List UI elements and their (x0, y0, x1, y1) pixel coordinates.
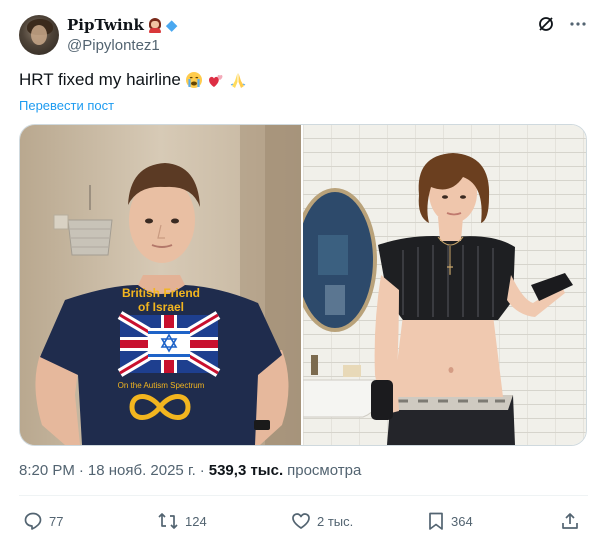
divider (19, 495, 588, 496)
tweet-body: HRT fixed my hairline (19, 70, 181, 89)
author-name-row: PipTwink ◆ (67, 15, 177, 35)
tweet-text: HRT fixed my hairline (19, 70, 247, 90)
header-icons (537, 15, 587, 33)
shirt-line3: On the Autism Spectrum (118, 381, 205, 390)
shirt-line1: British Friend (122, 286, 200, 300)
share-icon (562, 513, 578, 529)
avatar[interactable] (19, 15, 59, 55)
grok-icon[interactable] (537, 15, 555, 33)
tweet: PipTwink ◆ @Pipylontez1 HRT fixed my hai… (0, 0, 607, 546)
shirt-line2: of Israel (138, 300, 184, 314)
bookmark-button[interactable]: 364 (427, 511, 473, 531)
media-grid[interactable]: British Friend of Israel On the Autism S… (19, 124, 587, 446)
translate-link[interactable]: Перевести пост (19, 98, 114, 113)
tweet-timestamp: 8:20 PM · 18 нояб. 2025 г. · 539,3 тыс. … (19, 462, 361, 479)
like-button[interactable]: 2 тыс. (291, 511, 353, 531)
repost-count: 124 (185, 513, 207, 529)
union-israel-flag (117, 311, 221, 377)
bookmark-icon (429, 512, 443, 530)
photo-right-illustration (303, 125, 586, 445)
tweet-time[interactable]: 8:20 PM (19, 462, 75, 479)
repost-icon (158, 513, 178, 529)
reply-count: 77 (49, 513, 64, 529)
bookmark-count: 364 (451, 513, 473, 529)
tweet-date[interactable]: 18 нояб. 2025 г. (88, 462, 196, 479)
two-hearts-icon (207, 71, 225, 89)
author-handle[interactable]: @Pipylontez1 (67, 37, 160, 54)
gem-emoji-icon: ◆ (165, 16, 178, 34)
like-count: 2 тыс. (317, 513, 354, 529)
display-name[interactable]: PipTwink (67, 16, 144, 34)
views-label: просмотра (287, 462, 362, 479)
photo-left-illustration: British Friend of Israel On the Autism S… (20, 125, 301, 445)
photo-left[interactable]: British Friend of Israel On the Autism S… (20, 125, 303, 445)
photo-right[interactable] (303, 125, 586, 445)
reply-button[interactable]: 77 (23, 511, 63, 531)
share-button[interactable] (560, 511, 580, 531)
repost-button[interactable]: 124 (157, 511, 207, 531)
folded-hands-icon (229, 71, 247, 89)
action-bar: 77 124 2 тыс. 364 (19, 507, 588, 537)
meta-separator-2: · (199, 462, 205, 479)
woman-emoji-icon (148, 17, 162, 33)
more-icon[interactable] (569, 15, 587, 33)
views-count: 539,3 тыс. (208, 462, 284, 479)
meta-separator: · (78, 462, 84, 479)
loudly-crying-face-icon (185, 71, 203, 89)
heart-icon (292, 513, 310, 529)
reply-icon (24, 512, 42, 530)
